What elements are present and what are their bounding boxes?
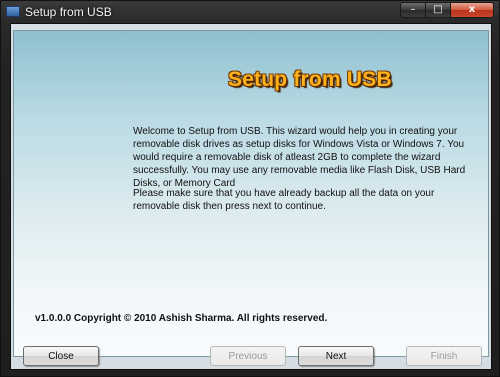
- app-icon: [6, 6, 20, 17]
- previous-button[interactable]: Previous: [210, 346, 286, 366]
- close-icon: x: [468, 4, 476, 15]
- minimize-icon: –: [410, 4, 416, 15]
- window-frame: Setup from USB – □ x Setup from USB Welc…: [0, 0, 500, 377]
- wizard-client-area: Setup from USB Welcome to Setup from USB…: [10, 23, 492, 370]
- close-button[interactable]: Close: [23, 346, 99, 366]
- title-bar[interactable]: Setup from USB – □ x: [1, 1, 500, 23]
- minimize-button[interactable]: –: [400, 2, 426, 18]
- content-panel: Setup from USB Welcome to Setup from USB…: [13, 30, 489, 357]
- close-window-button[interactable]: x: [451, 2, 494, 18]
- next-button[interactable]: Next: [298, 346, 374, 366]
- maximize-icon: □: [433, 4, 443, 15]
- finish-button[interactable]: Finish: [406, 346, 482, 366]
- backup-notice-paragraph: Please make sure that you have already b…: [133, 188, 435, 212]
- wizard-heading: Setup from USB: [228, 68, 392, 91]
- welcome-paragraph: Welcome to Setup from USB. This wizard w…: [133, 126, 466, 189]
- window-controls: – □ x: [400, 2, 494, 19]
- window-title: Setup from USB: [25, 5, 112, 19]
- copyright-text: v1.0.0.0 Copyright © 2010 Ashish Sharma.…: [35, 313, 328, 324]
- maximize-button[interactable]: □: [426, 2, 451, 18]
